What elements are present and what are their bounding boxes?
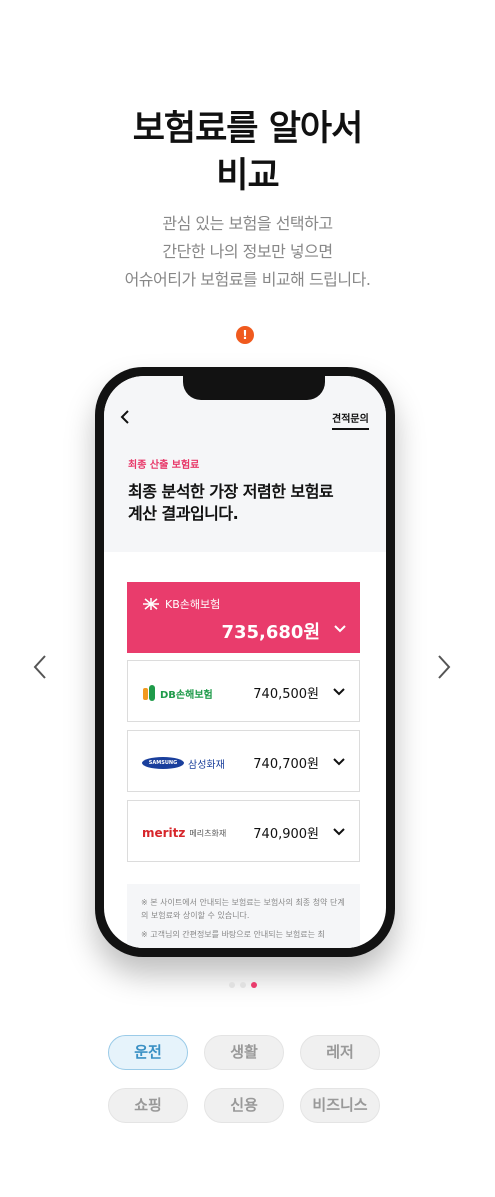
kb-logo: KB손해보험 bbox=[141, 594, 220, 614]
quote-card-db[interactable]: DB손해보험 740,500원 bbox=[127, 660, 360, 722]
meritz-logo: meritz 메리츠화재 bbox=[142, 823, 226, 843]
disclaimer-box: ※ 본 사이트에서 안내되는 보험료는 보험사의 최종 청약 단계의 보험료와 … bbox=[127, 884, 360, 948]
category-tabs: 운전 생활 레저 쇼핑 신용 비즈니스 bbox=[108, 1035, 382, 1123]
result-header: 견적문의 최종 산출 보험료 최종 분석한 가장 저렴한 보험료 계산 결과입니… bbox=[104, 376, 386, 552]
tab-leisure[interactable]: 레저 bbox=[300, 1035, 380, 1070]
samsung-logo: SAMSUNG 삼성화재 bbox=[142, 753, 225, 773]
quote-card-meritz[interactable]: meritz 메리츠화재 740,900원 bbox=[127, 800, 360, 862]
chevron-down-icon bbox=[333, 758, 345, 766]
headline-line-1: 보험료를 알아서 bbox=[132, 109, 364, 149]
insurer-name: 삼성화재 bbox=[188, 759, 225, 771]
quote-card-kb[interactable]: KB손해보험 735,680원 bbox=[127, 582, 360, 653]
exclamation-icon: ! bbox=[236, 326, 254, 344]
chevron-right-icon bbox=[438, 655, 451, 679]
carousel-indicator bbox=[229, 982, 257, 988]
kb-star-icon bbox=[143, 598, 159, 610]
chevron-down-icon bbox=[333, 688, 345, 696]
insurer-name: DB손해보험 bbox=[160, 689, 213, 701]
tab-life[interactable]: 생활 bbox=[204, 1035, 284, 1070]
page-description: 관심 있는 보험을 선택하고 간단한 나의 정보만 넣으면 어슈어티가 보험료를… bbox=[0, 210, 495, 294]
description-line-2: 간단한 나의 정보만 넣으면 bbox=[162, 242, 333, 261]
carousel-dot[interactable] bbox=[240, 982, 246, 988]
result-title: 최종 분석한 가장 저렴한 보험료 계산 결과입니다. bbox=[128, 482, 334, 523]
tab-shopping[interactable]: 쇼핑 bbox=[108, 1088, 188, 1123]
quote-price: 740,900원 bbox=[253, 827, 319, 842]
carousel-dot-active[interactable] bbox=[251, 982, 257, 988]
db-logo: DB손해보험 bbox=[142, 683, 213, 703]
chevron-down-icon bbox=[333, 828, 345, 836]
headline-line-2: 비교 bbox=[216, 156, 279, 196]
insurer-name: 메리츠화재 bbox=[189, 828, 227, 838]
meritz-mark: meritz bbox=[142, 826, 186, 840]
tab-driving[interactable]: 운전 bbox=[108, 1035, 188, 1070]
phone-screen: 견적문의 최종 산출 보험료 최종 분석한 가장 저렴한 보험료 계산 결과입니… bbox=[104, 376, 386, 948]
quote-price: 735,680원 bbox=[221, 622, 320, 643]
result-label: 최종 산출 보험료 bbox=[128, 460, 200, 471]
back-button[interactable] bbox=[118, 408, 132, 426]
insurer-name: KB손해보험 bbox=[165, 598, 221, 611]
chevron-left-icon bbox=[33, 655, 46, 679]
tab-business[interactable]: 비즈니스 bbox=[300, 1088, 380, 1123]
samsung-mark: SAMSUNG bbox=[142, 757, 184, 769]
phone-notch bbox=[183, 376, 325, 400]
quote-price: 740,500원 bbox=[253, 687, 319, 702]
quote-inquiry-link[interactable]: 견적문의 bbox=[332, 410, 369, 430]
chevron-left-icon bbox=[120, 410, 129, 424]
description-line-1: 관심 있는 보험을 선택하고 bbox=[162, 214, 333, 233]
description-line-3: 어슈어티가 보험료를 비교해 드립니다. bbox=[124, 270, 371, 289]
phone-mockup: 견적문의 최종 산출 보험료 최종 분석한 가장 저렴한 보험료 계산 결과입니… bbox=[95, 367, 395, 957]
tab-credit[interactable]: 신용 bbox=[204, 1088, 284, 1123]
carousel-prev-button[interactable] bbox=[28, 652, 52, 682]
quote-price: 740,700원 bbox=[253, 757, 319, 772]
disclaimer-text: ※ 고객님의 간편정보를 바탕으로 안내되는 보험료는 최 bbox=[141, 930, 325, 939]
page-headline: 보험료를 알아서 비교 bbox=[0, 106, 495, 200]
db-logo-icon bbox=[143, 685, 155, 701]
chevron-down-icon bbox=[334, 625, 346, 633]
disclaimer-text: ※ 본 사이트에서 안내되는 보험료는 보험사의 최종 청약 단계의 보험료와 … bbox=[141, 898, 345, 920]
carousel-next-button[interactable] bbox=[432, 652, 456, 682]
carousel-dot[interactable] bbox=[229, 982, 235, 988]
quote-card-samsung[interactable]: SAMSUNG 삼성화재 740,700원 bbox=[127, 730, 360, 792]
